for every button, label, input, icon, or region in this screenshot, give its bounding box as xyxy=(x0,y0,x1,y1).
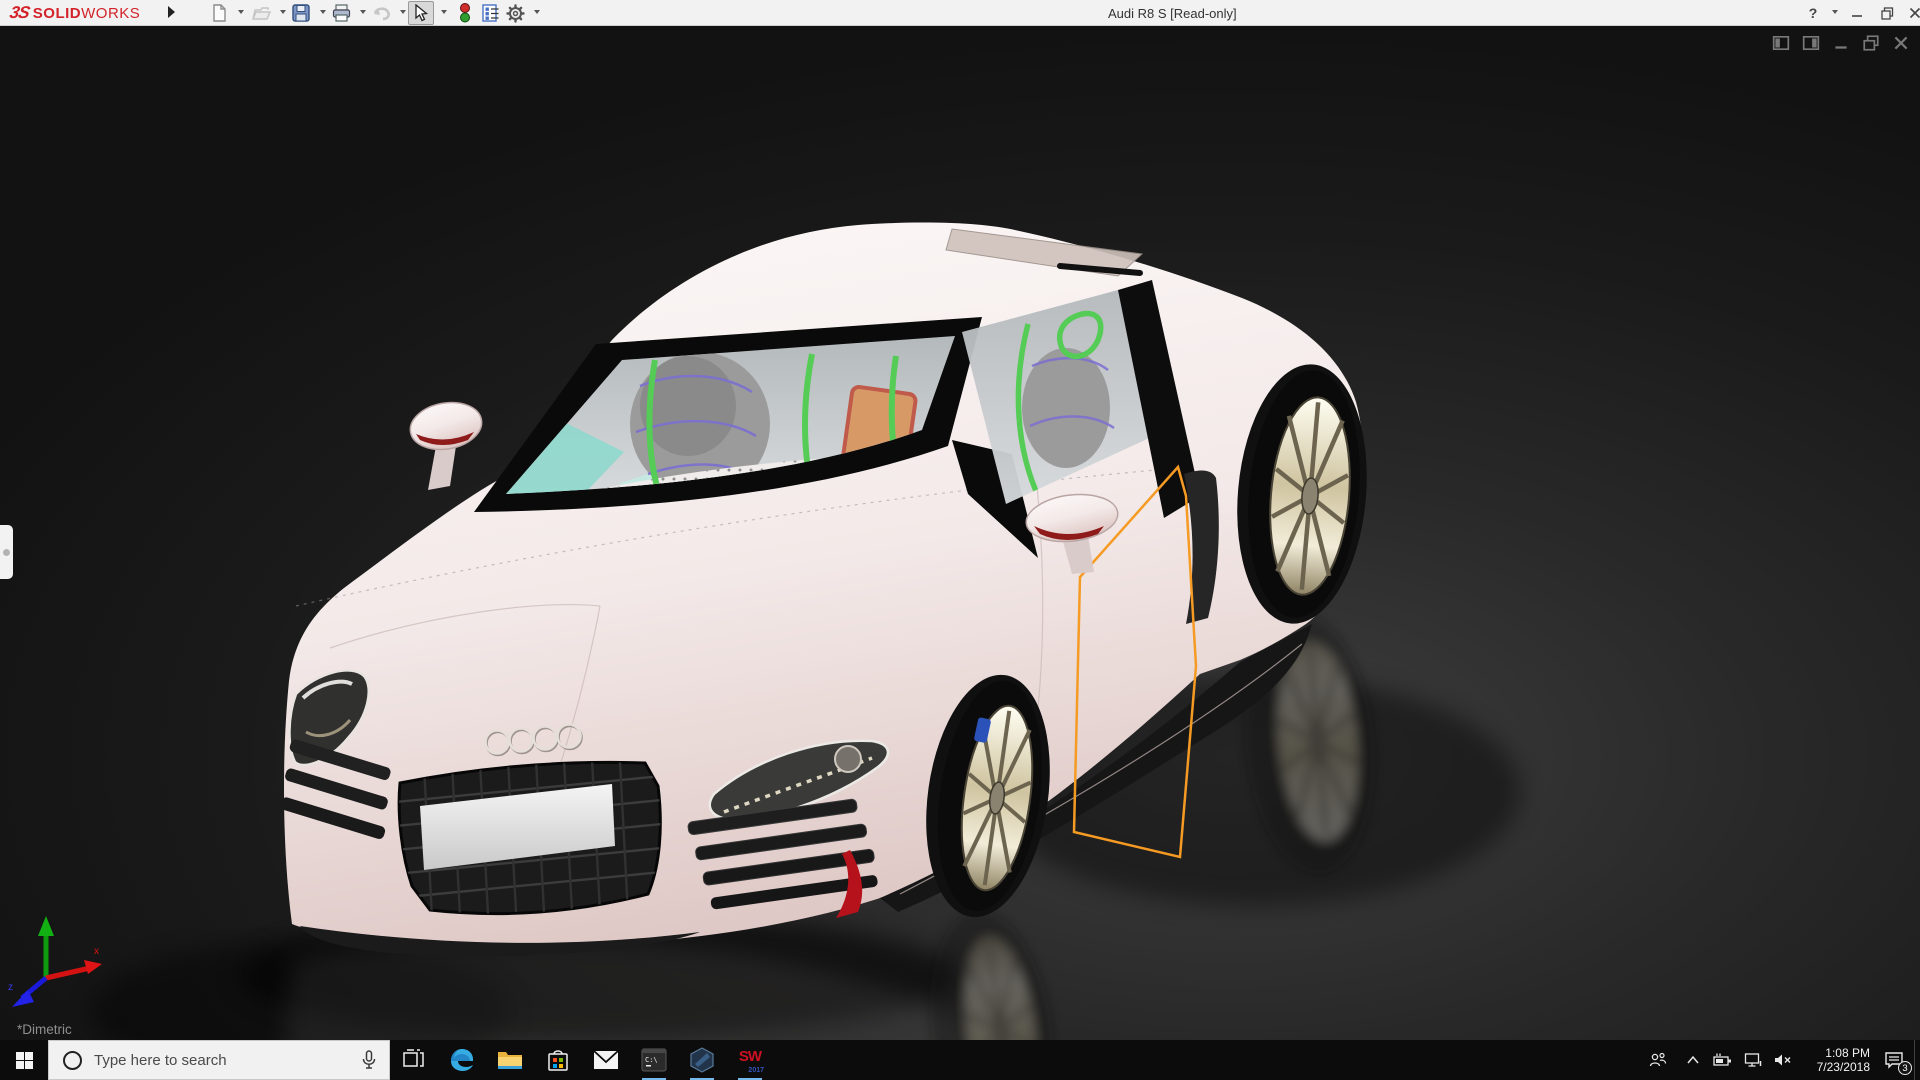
save-dropdown-icon[interactable] xyxy=(320,10,326,14)
graphics-viewport[interactable]: x z *Dimetric xyxy=(0,26,1920,1040)
file-explorer-button[interactable] xyxy=(486,1040,534,1080)
properties-button[interactable] xyxy=(478,1,504,25)
command-prompt-button[interactable]: C:\ xyxy=(630,1040,678,1080)
search-input[interactable] xyxy=(94,1052,349,1069)
orientation-triad[interactable]: x z xyxy=(2,904,112,1014)
appearances-button[interactable] xyxy=(452,1,478,25)
new-document-icon xyxy=(210,4,228,22)
notification-badge: 3 xyxy=(1898,1061,1912,1075)
minimize-button[interactable] xyxy=(1842,0,1872,26)
options-dropdown-icon[interactable] xyxy=(534,10,540,14)
undo-dropdown-icon[interactable] xyxy=(400,10,406,14)
tray-overflow-button[interactable] xyxy=(1678,1040,1708,1080)
doc-restore-icon[interactable] xyxy=(1862,34,1880,52)
open-dropdown-icon[interactable] xyxy=(280,10,286,14)
svg-text:z: z xyxy=(8,982,13,993)
document-window-controls xyxy=(1772,34,1910,52)
close-button[interactable] xyxy=(1900,0,1920,26)
view-orientation-label: *Dimetric xyxy=(17,1022,72,1037)
triad-z-axis: z xyxy=(8,978,46,1007)
feature-panel-tab[interactable] xyxy=(0,525,13,579)
gear-icon xyxy=(506,4,525,23)
panel-toggle-left-icon[interactable] xyxy=(1772,34,1790,52)
mail-icon xyxy=(593,1050,619,1070)
chevron-up-icon xyxy=(1686,1055,1700,1065)
title-bar: 3S SOLIDWORKS xyxy=(0,0,1920,26)
projector-lens xyxy=(835,746,861,772)
doc-minimize-icon[interactable] xyxy=(1832,34,1850,52)
system-tray: 1:08 PM 7/23/2018 3 xyxy=(1638,1040,1920,1080)
stoplight-icon xyxy=(459,3,471,23)
network-icon xyxy=(1744,1052,1762,1068)
clock-date: 7/23/2018 xyxy=(1798,1060,1870,1074)
solidworks-app-button[interactable]: SW 2017 xyxy=(726,1040,774,1080)
action-center-button[interactable]: 3 xyxy=(1874,1040,1914,1080)
undo-button[interactable] xyxy=(368,1,394,25)
people-icon xyxy=(1649,1052,1667,1068)
clock-time: 1:08 PM xyxy=(1798,1046,1870,1060)
select-dropdown-icon[interactable] xyxy=(441,10,447,14)
microphone-icon[interactable] xyxy=(361,1050,377,1070)
options-button[interactable] xyxy=(502,1,528,25)
panel-tab-grip-icon xyxy=(3,549,10,556)
doc-close-icon[interactable] xyxy=(1892,34,1910,52)
help-dropdown-icon[interactable] xyxy=(1832,10,1838,14)
triad-y-axis xyxy=(38,916,54,978)
taskbar-search[interactable] xyxy=(48,1040,390,1080)
task-view-button[interactable] xyxy=(390,1040,438,1080)
solidworks-logo: 3S SOLIDWORKS xyxy=(10,2,140,24)
mail-button[interactable] xyxy=(582,1040,630,1080)
edge-icon xyxy=(449,1047,475,1073)
edrawings-button[interactable] xyxy=(678,1040,726,1080)
restore-icon xyxy=(1881,7,1894,20)
print-button[interactable] xyxy=(328,1,354,25)
menu-expander-icon[interactable] xyxy=(168,6,175,18)
command-prompt-icon: C:\ xyxy=(641,1047,667,1073)
taskbar: C:\ SW 2017 xyxy=(0,1040,1920,1080)
edge-button[interactable] xyxy=(438,1040,486,1080)
front-grille[interactable] xyxy=(396,760,662,918)
solidworks-app-icon: SW 2017 xyxy=(736,1046,764,1074)
window-title: Audi R8 S [Read-only] xyxy=(1108,6,1237,21)
triad-x-axis: x xyxy=(46,946,102,978)
volume-button[interactable] xyxy=(1768,1040,1798,1080)
store-button[interactable] xyxy=(534,1040,582,1080)
panel-toggle-right-icon[interactable] xyxy=(1802,34,1820,52)
new-dropdown-icon[interactable] xyxy=(238,10,244,14)
store-icon xyxy=(546,1048,570,1072)
file-explorer-icon xyxy=(497,1049,523,1071)
svg-text:C:\: C:\ xyxy=(645,1056,658,1064)
new-button[interactable] xyxy=(206,1,232,25)
properties-list-icon xyxy=(482,4,500,22)
restore-button[interactable] xyxy=(1872,0,1902,26)
battery-icon xyxy=(1713,1052,1733,1068)
edrawings-hexagon-icon xyxy=(689,1047,715,1073)
help-button[interactable]: ? xyxy=(1798,0,1828,26)
save-button[interactable] xyxy=(288,1,314,25)
print-dropdown-icon[interactable] xyxy=(360,10,366,14)
print-icon xyxy=(332,4,351,22)
undo-arrow-icon xyxy=(371,5,391,21)
start-button[interactable] xyxy=(0,1040,48,1080)
task-view-icon xyxy=(403,1049,425,1071)
solidworks-logo-icon: 3S xyxy=(8,3,31,23)
cortana-icon xyxy=(63,1051,82,1070)
save-floppy-icon xyxy=(292,4,310,22)
open-folder-icon xyxy=(252,5,271,21)
network-button[interactable] xyxy=(1738,1040,1768,1080)
close-icon xyxy=(1909,7,1920,19)
volume-muted-icon xyxy=(1774,1053,1792,1067)
battery-button[interactable] xyxy=(1708,1040,1738,1080)
minimize-icon xyxy=(1851,7,1863,19)
windows-logo-icon xyxy=(16,1052,33,1069)
taskbar-clock[interactable]: 1:08 PM 7/23/2018 xyxy=(1798,1040,1874,1080)
select-cursor-icon xyxy=(414,4,429,22)
car-model[interactable] xyxy=(0,26,1920,1040)
open-button[interactable] xyxy=(248,1,274,25)
svg-text:x: x xyxy=(94,946,99,957)
select-button[interactable] xyxy=(408,1,434,25)
show-desktop-button[interactable] xyxy=(1914,1040,1920,1080)
people-button[interactable] xyxy=(1638,1040,1678,1080)
